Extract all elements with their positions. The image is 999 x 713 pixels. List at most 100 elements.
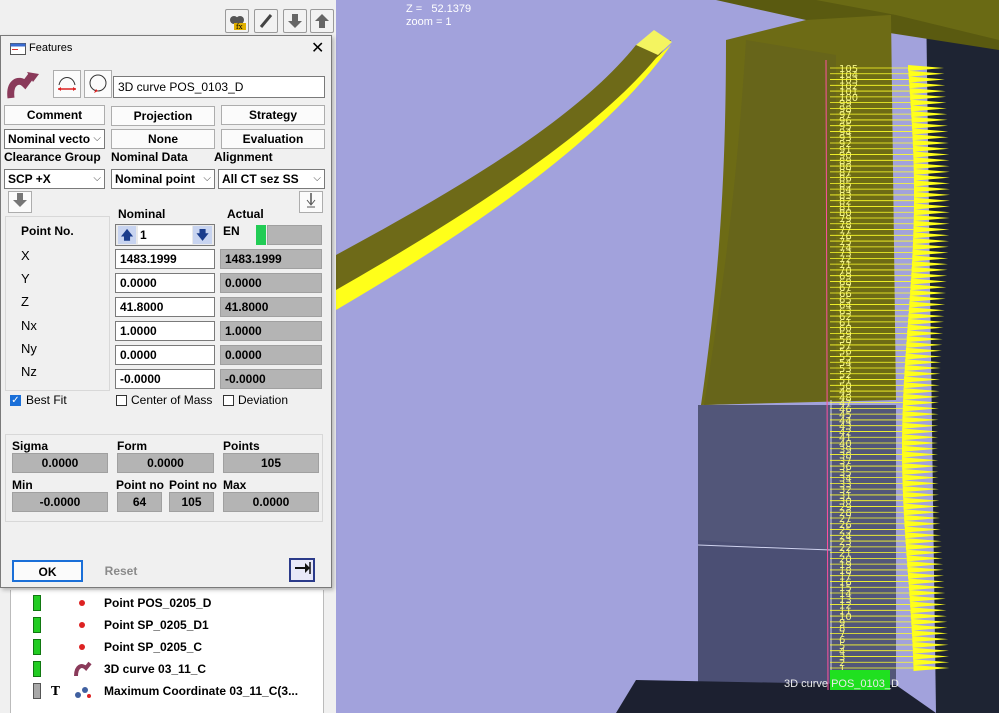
arrow-down-icon xyxy=(288,14,302,28)
curve-label: 3D curve POS_0103_D xyxy=(784,678,899,690)
tree-item-label: Point SP_0205_C xyxy=(104,640,203,654)
3d-viewport[interactable]: 105 104 103 102 101 100 99 98 97 96 95 94 93 92 91 90 89… xyxy=(336,0,999,713)
closed-curve-icon xyxy=(89,74,107,93)
closed-curve-button[interactable] xyxy=(84,70,112,98)
close-button[interactable]: ✕ xyxy=(311,38,324,58)
nominal-ny-field[interactable]: 0.0000 xyxy=(115,345,215,365)
ny-label: Ny xyxy=(21,341,37,356)
clearance-group-dropdown[interactable]: SCP +X ⌵ xyxy=(4,169,105,189)
chevron-down-icon: ⌵ xyxy=(93,173,101,184)
text-marker: T xyxy=(51,684,60,698)
binoculars-formula-icon: fx xyxy=(230,16,246,30)
z-label: Z xyxy=(21,294,29,309)
arrow-down-icon xyxy=(13,193,27,207)
min-value: -0.0000 xyxy=(12,492,108,512)
min-label: Min xyxy=(12,478,33,492)
alignment-dropdown[interactable]: All CT sez SS ⌵ xyxy=(218,169,325,189)
features-dialog: Features ✕ 3D curve POS_0103_D Comment P… xyxy=(0,35,332,588)
alignment-label: Alignment xyxy=(214,150,273,164)
strategy-button[interactable]: Strategy xyxy=(221,105,325,125)
tree-item[interactable]: Point SP_0205_D1 xyxy=(11,614,323,636)
point-no-max-label: Point no xyxy=(169,478,217,492)
pencil-icon xyxy=(259,14,273,28)
nominal-header: Nominal xyxy=(118,207,166,221)
actual-ny-value: 0.0000 xyxy=(220,345,322,365)
best-fit-label: Best Fit xyxy=(26,393,67,407)
tree-item-label: Point SP_0205_D1 xyxy=(104,618,209,632)
point-no-max-value: 105 xyxy=(169,492,214,512)
point-no-min-label: Point no xyxy=(116,478,164,492)
actual-header: Actual xyxy=(227,207,264,221)
status-indicator xyxy=(33,661,41,677)
arrow-up-icon xyxy=(315,14,329,28)
max-coordinate-icon xyxy=(75,687,91,698)
nominal-vector-dropdown[interactable]: Nominal vecto ⌵ xyxy=(4,129,105,149)
nominal-nx-field[interactable]: 1.0000 xyxy=(115,321,215,341)
chevron-down-icon: ⌵ xyxy=(93,133,101,144)
point-icon xyxy=(79,600,85,606)
reset-button[interactable]: Reset xyxy=(86,561,156,581)
point-icon xyxy=(79,622,85,628)
nominal-nz-field[interactable]: -0.0000 xyxy=(115,369,215,389)
move-up-button[interactable] xyxy=(310,9,334,33)
arrow-down-clear-icon xyxy=(306,193,316,208)
status-indicator xyxy=(33,617,41,633)
tree-item[interactable]: T Maximum Coordinate 03_11_C(3... xyxy=(11,680,323,702)
center-of-mass-checkbox[interactable] xyxy=(116,395,127,406)
edit-button[interactable] xyxy=(254,9,278,33)
clearance-group-label: Clearance Group xyxy=(4,150,101,164)
comment-button[interactable]: Comment xyxy=(4,105,105,125)
arrow-down-icon[interactable]: 🡇 xyxy=(193,226,212,244)
status-indicator xyxy=(33,639,41,655)
nominal-y-field[interactable]: 0.0000 xyxy=(115,273,215,293)
tree-item-label: Maximum Coordinate 03_11_C(3... xyxy=(104,684,299,698)
curve-3d-icon xyxy=(7,72,39,99)
projection-button[interactable]: Projection xyxy=(111,106,215,126)
best-fit-checkbox[interactable]: ✓ xyxy=(10,395,21,406)
point-no-stepper[interactable]: 🡅 1 🡇 xyxy=(115,224,215,246)
points-label: Points xyxy=(223,439,260,453)
sigma-label: Sigma xyxy=(12,439,49,453)
deviation-checkbox[interactable] xyxy=(223,395,234,406)
status-indicator xyxy=(33,595,41,611)
nominal-z-field[interactable]: 41.8000 xyxy=(115,297,215,317)
x-label: X xyxy=(21,248,30,263)
feature-name-field[interactable]: 3D curve POS_0103_D xyxy=(113,76,325,98)
zoom-readout: zoom = 1 xyxy=(406,16,452,28)
chevron-down-icon: ⌵ xyxy=(313,173,321,184)
point-no-value[interactable]: 1 xyxy=(138,226,192,244)
ok-button[interactable]: OK xyxy=(12,560,83,582)
binoculars-formula-button[interactable]: fx xyxy=(225,9,249,33)
points-value: 105 xyxy=(223,453,319,473)
center-of-mass-label: Center of Mass xyxy=(131,393,213,407)
nx-label: Nx xyxy=(21,318,37,333)
actual-y-value: 0.0000 xyxy=(220,273,322,293)
next-button[interactable] xyxy=(289,558,315,582)
curve-mode-button[interactable] xyxy=(53,70,81,98)
tree-item[interactable]: 3D curve 03_11_C xyxy=(11,658,323,680)
status-indicator xyxy=(256,225,266,245)
tree-item[interactable]: Point POS_0205_D xyxy=(11,592,323,614)
tree-item-label: 3D curve 03_11_C xyxy=(104,662,207,676)
point-icon xyxy=(79,644,85,650)
feature-tree[interactable]: Point POS_0205_D Point SP_0205_D1 Point … xyxy=(10,590,324,713)
sigma-value: 0.0000 xyxy=(12,453,108,473)
actual-status: EN xyxy=(223,224,240,238)
swap-curve-icon xyxy=(58,77,76,91)
move-down-button[interactable] xyxy=(283,9,307,33)
viewport-canvas[interactable]: 1051041031021011009998979695949392919089… xyxy=(336,0,999,713)
tree-item[interactable]: Point SP_0205_C xyxy=(11,636,323,658)
actual-nx-value: 1.0000 xyxy=(220,321,322,341)
clear-button[interactable] xyxy=(299,191,323,213)
status-bar xyxy=(267,225,322,245)
import-button[interactable] xyxy=(8,191,32,213)
arrow-up-icon[interactable]: 🡅 xyxy=(118,226,136,244)
nominal-data-dropdown[interactable]: Nominal point ⌵ xyxy=(111,169,215,189)
none-button[interactable]: None xyxy=(111,129,215,149)
evaluation-button[interactable]: Evaluation xyxy=(221,129,325,149)
actual-nz-value: -0.0000 xyxy=(220,369,322,389)
nominal-x-field[interactable]: 1483.1999 xyxy=(115,249,215,269)
max-label: Max xyxy=(223,478,247,492)
dialog-title: Features xyxy=(29,42,73,54)
arrow-right-icon xyxy=(295,562,311,574)
